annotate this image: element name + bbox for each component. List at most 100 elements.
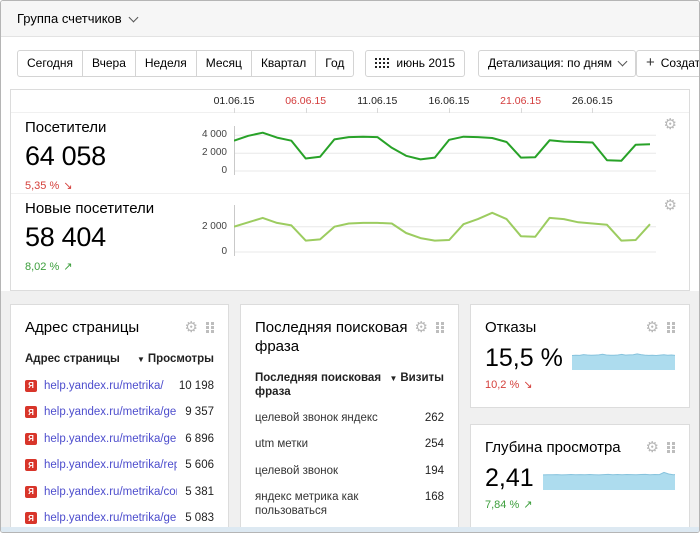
gear-icon[interactable]: ⚙ — [185, 320, 198, 335]
drag-handle-icon[interactable] — [206, 322, 214, 334]
page-url-rows: Яhelp.yandex.ru/metrika/10 198 Яhelp.yand… — [25, 373, 214, 530]
column-metric-sort[interactable]: ▼ Просмотры — [137, 353, 214, 367]
yandex-favicon-icon: Я — [25, 380, 37, 392]
calendar-button-label: июнь 2015 — [396, 56, 455, 70]
widgets-area: Адрес страницы ⚙ Адрес страницы ▼ Просмо… — [1, 291, 699, 532]
search-phrase-text: целевой звонок яндекс — [255, 412, 417, 426]
delta-value: 8,02 % — [25, 261, 59, 273]
views-value: 5 381 — [185, 486, 214, 498]
table-row: целевой звонок яндекс 262 — [255, 405, 444, 432]
table-row: целевой звонок194 — [255, 458, 444, 485]
table-row: utm метки254 — [255, 432, 444, 459]
widget-controls: ⚙ — [415, 320, 444, 335]
calendar-icon — [375, 58, 389, 69]
counter-group-selector[interactable]: Группа счетчиков — [17, 11, 137, 26]
date-axis-label: 26.06.15 — [572, 95, 613, 107]
trend-arrow-icon: ↗ — [523, 498, 532, 511]
metric-delta: 10,2 % ↘ — [485, 378, 675, 391]
page-url-link[interactable]: help.yandex.ru/metrika/gen... — [44, 512, 177, 524]
page-url-link[interactable]: help.yandex.ru/metrika/rep... — [44, 459, 177, 471]
period-button-quarter[interactable]: Квартал — [251, 50, 316, 77]
depth-sparkline — [543, 468, 675, 490]
column-dimension[interactable]: Адрес страницы — [25, 353, 129, 367]
gear-icon[interactable]: ⚙ — [415, 320, 428, 335]
gear-icon[interactable]: ⚙ — [646, 320, 659, 335]
page-url-link[interactable]: help.yandex.ru/metrika/con... — [44, 486, 177, 498]
gear-icon[interactable]: ⚙ — [664, 117, 677, 132]
detalization-dropdown[interactable]: Детализация: по дням — [478, 50, 636, 77]
search-phrase-rows: целевой звонок яндекс262utm метки254целе… — [255, 405, 444, 529]
window-bottom-edge — [1, 527, 699, 532]
period-button-month[interactable]: Месяц — [196, 50, 252, 77]
views-value: 5 083 — [185, 512, 214, 524]
new-visitors-y-axis: 02 000 — [161, 196, 227, 258]
search-phrase-text: целевой звонок — [255, 465, 417, 479]
date-axis-label: 01.06.15 — [214, 95, 255, 107]
sort-desc-icon: ▼ — [137, 353, 145, 367]
trend-arrow-icon: ↘ — [523, 378, 532, 391]
metric-delta: 7,84 % ↗ — [485, 498, 675, 511]
column-metric-label: Просмотры — [148, 353, 214, 367]
drag-handle-icon[interactable] — [436, 322, 444, 334]
column-metric-sort[interactable]: ▼ Визиты — [389, 372, 444, 386]
drag-handle-icon[interactable] — [667, 322, 675, 334]
widget-title: Адрес страницы — [25, 318, 139, 337]
metric-value: 2,41 — [485, 464, 534, 493]
period-button-year[interactable]: Год — [315, 50, 354, 77]
metric-row: 15,5 % — [485, 344, 675, 373]
yandex-favicon-icon: Я — [25, 486, 37, 498]
table-row: Яhelp.yandex.ru/metrika/gen...6 896 — [25, 426, 214, 453]
views-value: 10 198 — [179, 380, 214, 392]
plus-icon: + — [646, 55, 655, 70]
period-button-group: СегодняВчераНеделяМесяцКварталГод — [17, 50, 354, 77]
widget-header: Адрес страницы ⚙ — [25, 318, 214, 337]
widget-controls: ⚙ — [185, 320, 214, 335]
page-url-link[interactable]: help.yandex.ru/metrika/gen... — [44, 406, 177, 418]
widget-header: Последняя поисковая фраза ⚙ — [255, 318, 444, 356]
column-dimension[interactable]: Последняя поисковая фраза — [255, 372, 381, 399]
period-button-yesterday[interactable]: Вчера — [82, 50, 136, 77]
gear-icon[interactable]: ⚙ — [646, 440, 659, 455]
widget-bounces: Отказы ⚙ 15,5 % 10,2 % ↘ — [470, 304, 690, 408]
widget-title: Последняя поисковая фраза — [255, 318, 415, 356]
table-header: Адрес страницы ▼ Просмотры — [25, 353, 214, 367]
period-button-week[interactable]: Неделя — [135, 50, 197, 77]
page-url-link[interactable]: help.yandex.ru/metrika/ — [44, 380, 171, 392]
chevron-down-icon — [618, 57, 628, 67]
delta-value: 7,84 % — [485, 499, 519, 511]
date-axis-label: 16.06.15 — [429, 95, 470, 107]
counter-group-bar: Группа счетчиков — [1, 1, 699, 37]
create-widget-label: Создать виджет — [661, 56, 700, 70]
gear-icon[interactable]: ⚙ — [664, 198, 677, 213]
yandex-favicon-icon: Я — [25, 406, 37, 418]
delta-value: 10,2 % — [485, 379, 519, 391]
yandex-favicon-icon: Я — [25, 433, 37, 445]
trend-arrow-icon: ↗ — [63, 260, 72, 273]
period-button-today[interactable]: Сегодня — [17, 50, 83, 77]
page-url-link[interactable]: help.yandex.ru/metrika/gen... — [44, 433, 177, 445]
create-widget-button[interactable]: + Создать виджет — [636, 50, 700, 77]
main-chart-card: 01.06.1506.06.1511.06.1516.06.1521.06.15… — [10, 89, 690, 291]
calendar-period-button[interactable]: июнь 2015 — [365, 50, 465, 77]
widget-title: Глубина просмотра — [485, 438, 621, 457]
widget-title: Отказы — [485, 318, 536, 337]
widget-depth: Глубина просмотра ⚙ 2,41 7,84 % ↗ — [470, 424, 690, 528]
visits-value: 254 — [425, 438, 444, 450]
y-axis-tick-label: 2 000 — [202, 147, 227, 158]
new-visitors-line-chart — [234, 196, 656, 258]
delta-value: 5,35 % — [25, 180, 59, 192]
search-phrase-text: яндекс метрика как пользоваться — [255, 491, 417, 518]
visitors-y-axis: 0 2 000 4 000 — [161, 118, 227, 176]
y-axis-tick-label: 2 000 — [202, 221, 227, 232]
visits-value: 262 — [425, 412, 444, 424]
counter-group-label: Группа счетчиков — [17, 11, 122, 26]
widget-controls: ⚙ — [646, 320, 675, 335]
detalization-label: Детализация: по дням — [488, 56, 612, 70]
y-axis-tick-label: 4 000 — [202, 129, 227, 140]
date-axis-label: 06.06.15 — [285, 95, 326, 107]
table-row: Яhelp.yandex.ru/metrika/gen...5 083 — [25, 505, 214, 529]
widget-controls: ⚙ — [646, 440, 675, 455]
drag-handle-icon[interactable] — [667, 442, 675, 454]
y-axis-tick-label: 0 — [221, 165, 227, 176]
widget-page-url: Адрес страницы ⚙ Адрес страницы ▼ Просмо… — [10, 304, 229, 529]
